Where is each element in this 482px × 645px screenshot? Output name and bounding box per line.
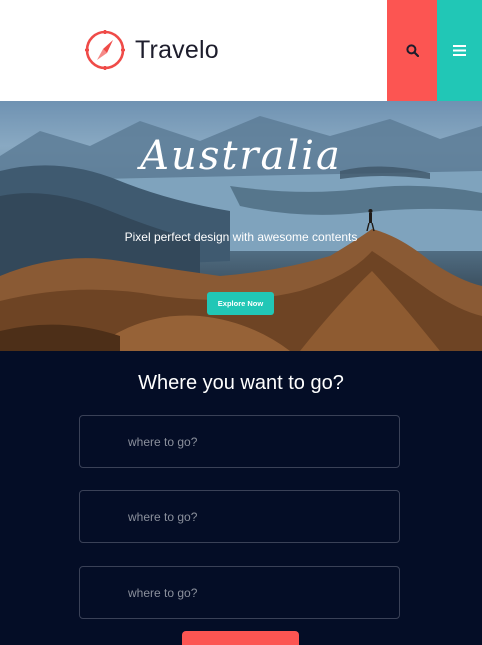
search-icon [405, 44, 419, 57]
destination-search-section: Where you want to go? [0, 351, 482, 645]
destination-input-1[interactable] [80, 416, 399, 467]
destination-input-3[interactable] [80, 567, 399, 618]
hero-title: Australia [140, 133, 342, 179]
menu-toggle-button[interactable] [437, 0, 482, 101]
compass-icon [85, 30, 125, 70]
brand-logo[interactable]: Travelo [84, 29, 219, 71]
destination-field-3 [79, 566, 400, 619]
explore-now-button[interactable]: Explore Now [207, 292, 274, 315]
search-section-title: Where you want to go? [138, 372, 344, 394]
hero-subtitle: Pixel perfect design with awesome conten… [124, 230, 358, 244]
destination-field-1 [79, 415, 400, 468]
destination-field-2 [79, 490, 400, 543]
hero-banner: Australia Pixel perfect design with awes… [0, 101, 482, 351]
hamburger-menu-icon [453, 45, 466, 56]
site-header: Travelo [0, 0, 482, 101]
search-submit-button[interactable] [182, 631, 299, 645]
destination-input-2[interactable] [80, 491, 399, 542]
search-button[interactable] [387, 0, 437, 101]
brand-name: Travelo [135, 35, 219, 64]
